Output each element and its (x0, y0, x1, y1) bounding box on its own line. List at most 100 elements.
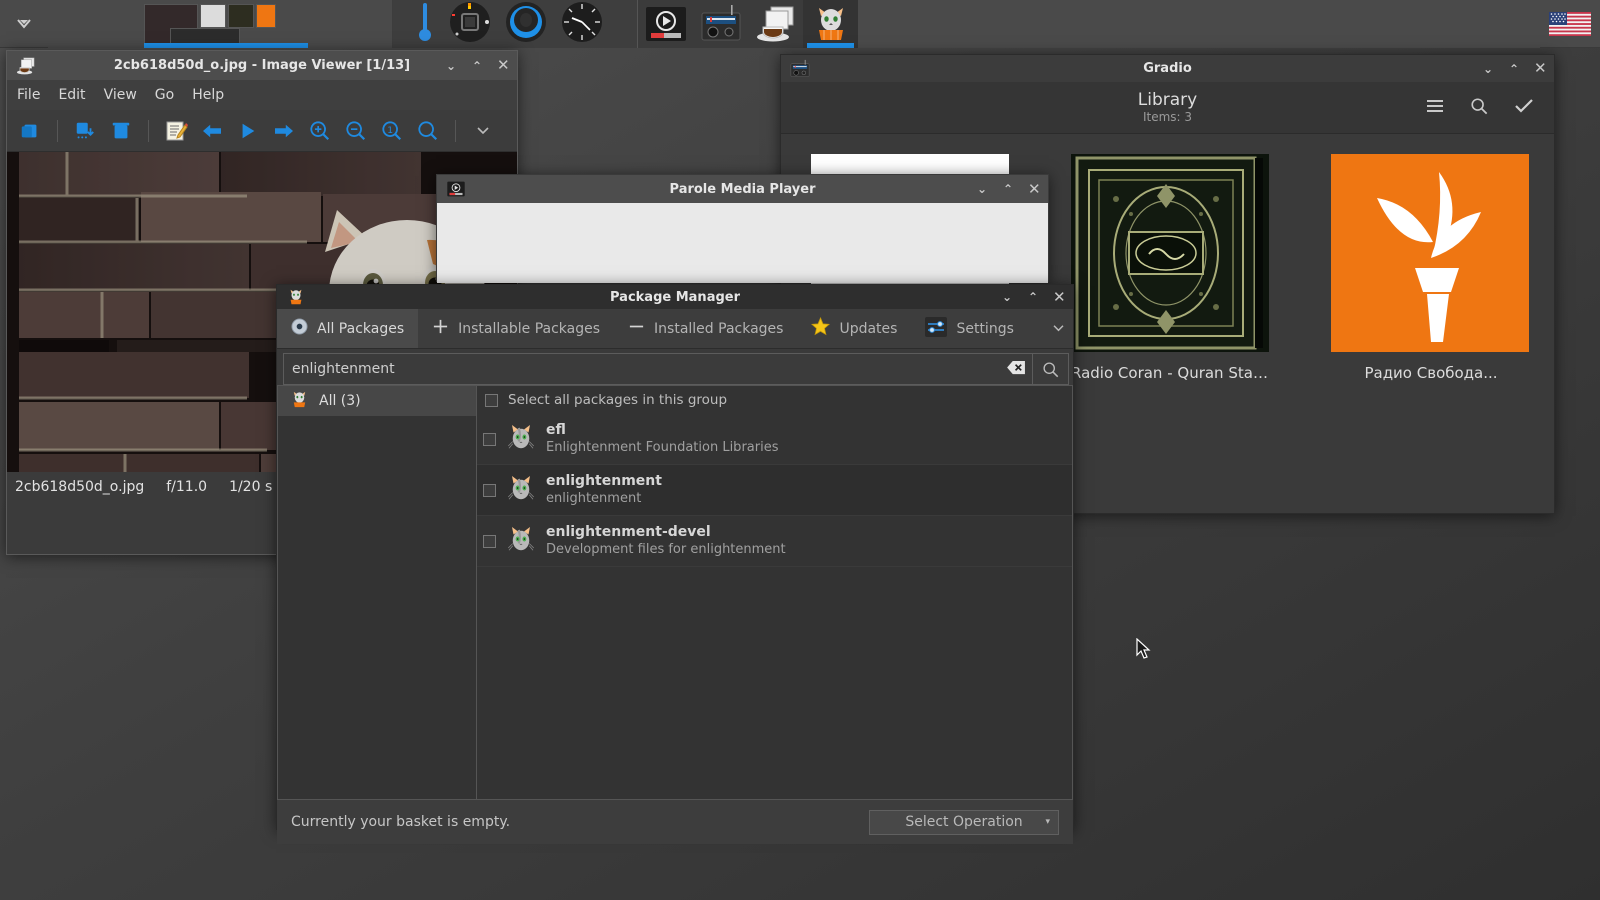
gradio-titlebar[interactable]: Gradio ⌄ ⌃ ✕ (781, 55, 1554, 82)
zoom-out-button[interactable] (341, 116, 371, 146)
desktop: 2cb618d50d_o.jpg - Image Viewer [1/13] ⌄… (0, 0, 1600, 900)
toolbar-separator (148, 120, 149, 142)
menu-edit[interactable]: Edit (58, 87, 85, 103)
package-checkbox[interactable] (483, 433, 496, 446)
status-filename: 2cb618d50d_o.jpg (15, 479, 144, 495)
menu-view[interactable]: View (104, 87, 137, 103)
table-row[interactable]: enlightenment-devel Development files fo… (477, 516, 1072, 567)
search-icon[interactable] (1470, 97, 1488, 119)
close-button[interactable]: ✕ (497, 58, 509, 73)
open-folder-button[interactable] (15, 116, 45, 146)
select-all-row[interactable]: Select all packages in this group (477, 386, 1072, 414)
image-viewer-titlebar[interactable]: 2cb618d50d_o.jpg - Image Viewer [1/13] ⌄… (7, 51, 517, 80)
toolbar-overflow-button[interactable] (468, 116, 498, 146)
group-item-all[interactable]: All (3) (278, 386, 476, 416)
parole-titlebar[interactable]: Parole Media Player ⌄ ⌃ ✕ (437, 175, 1048, 203)
pager-window-thumb (228, 4, 254, 28)
shelf-collapse-arrow[interactable] (0, 0, 48, 48)
minimize-button[interactable]: ⌄ (1001, 291, 1013, 303)
zoom-actual-button[interactable]: 1 (377, 116, 407, 146)
tab-installed-packages[interactable]: Installed Packages (614, 309, 797, 348)
image-viewer-title: 2cb618d50d_o.jpg - Image Viewer [1/13] (7, 58, 517, 73)
parole-window[interactable]: Parole Media Player ⌄ ⌃ ✕ (436, 174, 1049, 282)
clock-icon[interactable] (561, 1, 603, 47)
gradio-radio-icon (787, 56, 813, 82)
package-manager-titlebar[interactable]: Package Manager ⌄ ⌃ ✕ (277, 285, 1073, 309)
next-image-button[interactable] (269, 116, 299, 146)
us-flag-icon[interactable] (1540, 0, 1600, 48)
menu-go[interactable]: Go (155, 87, 174, 103)
select-operation-button[interactable]: Select Operation ▾ (869, 810, 1059, 835)
maximize-button[interactable]: ⌃ (471, 60, 483, 72)
tab-all-packages[interactable]: All Packages (277, 309, 418, 348)
package-name: efl (546, 422, 778, 439)
taskbar-item-gradio[interactable] (693, 0, 748, 48)
disk-monitor-icon[interactable] (505, 1, 547, 47)
save-as-button[interactable] (70, 116, 100, 146)
delete-button[interactable] (106, 116, 136, 146)
maximize-button[interactable]: ⌃ (1002, 183, 1014, 195)
toolbar-separator (455, 120, 456, 142)
close-button[interactable]: ✕ (1053, 290, 1065, 305)
station-card[interactable]: Радио Свобода... (1331, 154, 1531, 382)
station-card[interactable]: Radio Coran - Quran Station (1071, 154, 1271, 382)
basket-status: Currently your basket is empty. (291, 814, 510, 830)
slideshow-button[interactable] (233, 116, 263, 146)
menu-file[interactable]: File (17, 87, 40, 103)
minimize-button[interactable]: ⌄ (445, 60, 457, 72)
mouse-cursor (1136, 638, 1152, 664)
parole-video-area[interactable] (437, 203, 1048, 283)
tab-label: Updates (839, 321, 897, 337)
gradio-title: Gradio (781, 61, 1554, 76)
maximize-button[interactable]: ⌃ (1027, 291, 1039, 303)
minimize-button[interactable]: ⌄ (976, 183, 988, 195)
close-button[interactable]: ✕ (1028, 182, 1040, 197)
chevron-down-icon: ▾ (1045, 817, 1050, 827)
hamburger-menu-icon[interactable] (1426, 98, 1444, 117)
package-manager-window[interactable]: Package Manager ⌄ ⌃ ✕ All Packages Insta… (276, 284, 1074, 830)
status-aperture: f/11.0 (166, 479, 207, 495)
tab-label: All Packages (317, 321, 404, 337)
select-all-checkbox[interactable] (485, 394, 498, 407)
search-input-value: enlightenment (292, 361, 395, 377)
status-shutter: 1/20 s (229, 479, 272, 495)
tab-settings[interactable]: Settings (911, 309, 1027, 348)
zoom-fit-button[interactable] (413, 116, 443, 146)
minimize-button[interactable]: ⌄ (1482, 63, 1494, 75)
package-name: enlightenment-devel (546, 524, 786, 541)
taskbar-item-parole-media-player[interactable] (638, 0, 693, 48)
tabs-overflow-button[interactable] (1044, 309, 1073, 348)
pager-active-indicator (144, 43, 308, 48)
thermometer-icon[interactable] (415, 1, 435, 47)
group-label: All (3) (319, 393, 361, 409)
menu-help[interactable]: Help (192, 87, 224, 103)
tab-installable-packages[interactable]: Installable Packages (418, 309, 614, 348)
package-manager-tabbar: All Packages Installable Packages Instal… (277, 309, 1073, 349)
search-button[interactable] (1033, 353, 1069, 385)
sliders-icon (925, 317, 947, 341)
package-description: Enlightenment Foundation Libraries (546, 439, 778, 456)
maximize-button[interactable]: ⌃ (1508, 63, 1520, 75)
package-manager-footer: Currently your basket is empty. Select O… (277, 800, 1073, 844)
edit-button[interactable] (161, 116, 191, 146)
package-checkbox[interactable] (483, 484, 496, 497)
zoom-in-button[interactable] (305, 116, 335, 146)
search-input[interactable]: enlightenment (283, 353, 1033, 385)
checkmark-icon[interactable] (1514, 98, 1534, 118)
tab-updates[interactable]: Updates (797, 309, 911, 348)
close-button[interactable]: ✕ (1534, 61, 1546, 76)
star-icon (811, 317, 830, 340)
package-checkbox[interactable] (483, 535, 496, 548)
package-info: enlightenment enlightenment (546, 473, 662, 507)
table-row[interactable]: enlightenment enlightenment (477, 465, 1072, 516)
table-row[interactable]: efl Enlightenment Foundation Libraries (477, 414, 1072, 465)
clear-text-icon[interactable] (1007, 360, 1026, 379)
workspace-pager[interactable] (48, 0, 393, 48)
package-name: enlightenment (546, 473, 662, 490)
taskbar-item-package-manager[interactable] (803, 0, 858, 48)
gradio-headerbar: Library Items: 3 (781, 82, 1554, 134)
taskbar-item-image-viewer[interactable] (748, 0, 803, 48)
svg-text:1: 1 (387, 124, 393, 135)
cpu-monitor-icon[interactable] (449, 1, 491, 47)
previous-image-button[interactable] (197, 116, 227, 146)
